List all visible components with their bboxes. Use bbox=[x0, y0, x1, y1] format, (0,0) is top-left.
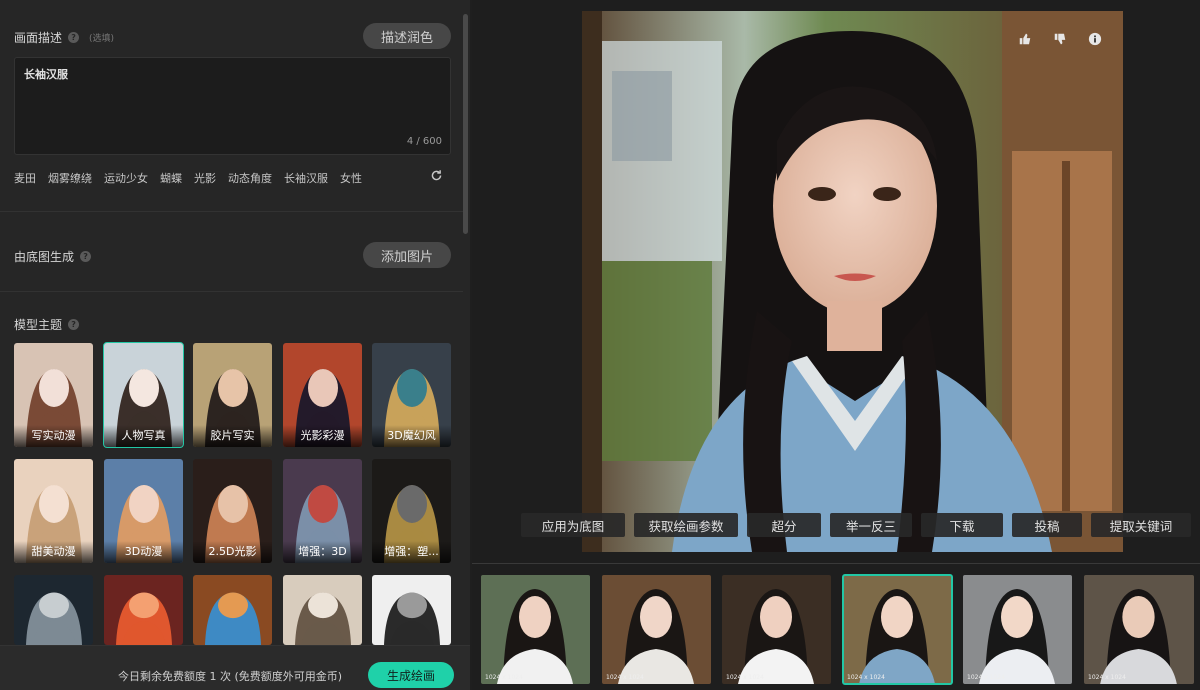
quota-text: 今日剩余免费额度 1 次 (免费额度外可用金币) bbox=[118, 670, 343, 683]
resolution-label: 1024 x 1024 bbox=[1088, 674, 1126, 681]
resolution-label: 1024 x 1024 bbox=[847, 674, 885, 681]
model-theme-label: 2.5D光影 bbox=[193, 541, 272, 563]
history-thumbnail[interactable]: 1024 x 1024 bbox=[722, 575, 831, 684]
model-theme-item[interactable] bbox=[372, 575, 451, 645]
model-theme-item[interactable]: 甜美动漫 bbox=[14, 459, 93, 563]
main-generated-image[interactable] bbox=[582, 11, 1123, 552]
generate-button[interactable]: 生成绘画 bbox=[368, 662, 454, 688]
left-panel: 画面描述 ? (选填) 描述润色 长袖汉服 4 / 600 麦田 烟雾缭绕 运动少女… bbox=[0, 0, 470, 690]
model-theme-label: 增强：塑... bbox=[372, 541, 451, 563]
history-thumbnail[interactable]: 1024 x 1024 bbox=[1084, 575, 1194, 684]
download-button[interactable]: 下载 bbox=[921, 513, 1003, 537]
history-image bbox=[963, 575, 1072, 684]
history-image bbox=[602, 575, 711, 684]
history-thumbnail[interactable]: 1024 x 1024 bbox=[963, 575, 1072, 684]
tag-chip[interactable]: 蝴蝶 bbox=[160, 170, 182, 186]
history-thumbnail[interactable]: 1024 x 1024 bbox=[842, 574, 953, 685]
get-params-button[interactable]: 获取绘画参数 bbox=[634, 513, 738, 537]
model-theme-thumbnail bbox=[193, 575, 272, 645]
refresh-icon[interactable] bbox=[430, 169, 443, 182]
model-theme-item[interactable] bbox=[193, 575, 272, 645]
model-theme-item[interactable] bbox=[283, 575, 362, 645]
model-theme-label: 增强：3D bbox=[283, 541, 362, 563]
model-theme-label: 光影彩漫 bbox=[283, 425, 362, 447]
thumbs-down-icon[interactable] bbox=[1053, 31, 1069, 47]
tag-chip[interactable]: 女性 bbox=[340, 170, 362, 186]
model-theme-thumbnail bbox=[372, 575, 451, 645]
model-theme-item[interactable] bbox=[104, 575, 183, 645]
tag-chip[interactable]: 麦田 bbox=[14, 170, 36, 186]
extract-keywords-button[interactable]: 提取关键词 bbox=[1091, 513, 1191, 537]
resolution-label: 1024 x 1024 bbox=[726, 674, 764, 681]
polish-description-button[interactable]: 描述润色 bbox=[363, 23, 451, 49]
model-theme-thumbnail bbox=[283, 575, 362, 645]
history-image bbox=[1084, 575, 1194, 684]
description-title: 画面描述 ? (选填) bbox=[14, 31, 115, 45]
resolution-label: 1024 x 1024 bbox=[606, 674, 644, 681]
image-action-bar: 应用为底图 获取绘画参数 超分 举一反三 下载 投稿 提取关键词 bbox=[521, 513, 1191, 537]
model-theme-item[interactable]: 增强：塑... bbox=[372, 459, 451, 563]
char-counter: 4 / 600 bbox=[406, 136, 442, 147]
model-theme-item[interactable]: 3D魔幻风 bbox=[372, 343, 451, 447]
history-thumbnail[interactable]: 1024 x 1024 bbox=[602, 575, 711, 684]
description-input[interactable]: 长袖汉服 4 / 600 bbox=[14, 57, 451, 155]
model-theme-item[interactable]: 光影彩漫 bbox=[283, 343, 362, 447]
tag-chip[interactable]: 烟雾缭绕 bbox=[48, 170, 92, 186]
variations-button[interactable]: 举一反三 bbox=[830, 513, 912, 537]
divider bbox=[0, 291, 463, 292]
add-image-button[interactable]: 添加图片 bbox=[363, 242, 451, 268]
resolution-label: 1024 x 1024 bbox=[967, 674, 1005, 681]
model-theme-label: 写实动漫 bbox=[14, 425, 93, 447]
model-theme-label: 甜美动漫 bbox=[14, 541, 93, 563]
help-icon[interactable]: ? bbox=[68, 32, 80, 43]
model-theme-item[interactable] bbox=[14, 575, 93, 645]
model-theme-thumbnail bbox=[104, 575, 183, 645]
suggested-tags: 麦田 烟雾缭绕 运动少女 蝴蝶 光影 动态角度 长袖汉服 女性 bbox=[14, 170, 362, 186]
history-image bbox=[481, 575, 590, 684]
tag-chip[interactable]: 动态角度 bbox=[228, 170, 272, 186]
apply-as-base-button[interactable]: 应用为底图 bbox=[521, 513, 625, 537]
tag-chip[interactable]: 光影 bbox=[194, 170, 216, 186]
divider bbox=[0, 211, 463, 212]
upscale-button[interactable]: 超分 bbox=[747, 513, 821, 537]
divider bbox=[472, 563, 1200, 564]
model-theme-label: 3D魔幻风 bbox=[372, 425, 451, 447]
help-icon[interactable]: ? bbox=[80, 251, 92, 262]
model-theme-title: 模型主题 ? bbox=[14, 316, 80, 333]
thumbs-up-icon[interactable] bbox=[1018, 31, 1034, 47]
history-thumbnail[interactable]: 1024 x 1024 bbox=[481, 575, 590, 684]
model-theme-label: 胶片写实 bbox=[193, 425, 272, 447]
model-theme-item[interactable]: 胶片写实 bbox=[193, 343, 272, 447]
model-theme-item[interactable]: 人物写真 bbox=[103, 342, 184, 448]
model-theme-label: 3D动漫 bbox=[104, 541, 183, 563]
base-image-title: 由底图生成 ? bbox=[14, 248, 92, 265]
model-theme-item[interactable]: 3D动漫 bbox=[104, 459, 183, 563]
left-scrollbar[interactable] bbox=[463, 14, 468, 234]
history-image bbox=[722, 575, 831, 684]
info-icon[interactable] bbox=[1088, 31, 1104, 47]
help-icon[interactable]: ? bbox=[68, 319, 80, 330]
model-theme-item[interactable]: 2.5D光影 bbox=[193, 459, 272, 563]
footer-bar: 今日剩余免费额度 1 次 (免费额度外可用金币) 生成绘画 bbox=[0, 645, 470, 690]
resolution-label: 1024 x 1024 bbox=[485, 674, 523, 681]
feedback-icons bbox=[1018, 31, 1104, 47]
model-theme-item[interactable]: 写实动漫 bbox=[14, 343, 93, 447]
model-theme-thumbnail bbox=[14, 575, 93, 645]
tag-chip[interactable]: 长袖汉服 bbox=[284, 170, 328, 186]
history-image bbox=[843, 575, 952, 684]
tag-chip[interactable]: 运动少女 bbox=[104, 170, 148, 186]
model-theme-item[interactable]: 增强：3D bbox=[283, 459, 362, 563]
submit-button[interactable]: 投稿 bbox=[1012, 513, 1082, 537]
model-theme-label: 人物写真 bbox=[104, 425, 183, 447]
